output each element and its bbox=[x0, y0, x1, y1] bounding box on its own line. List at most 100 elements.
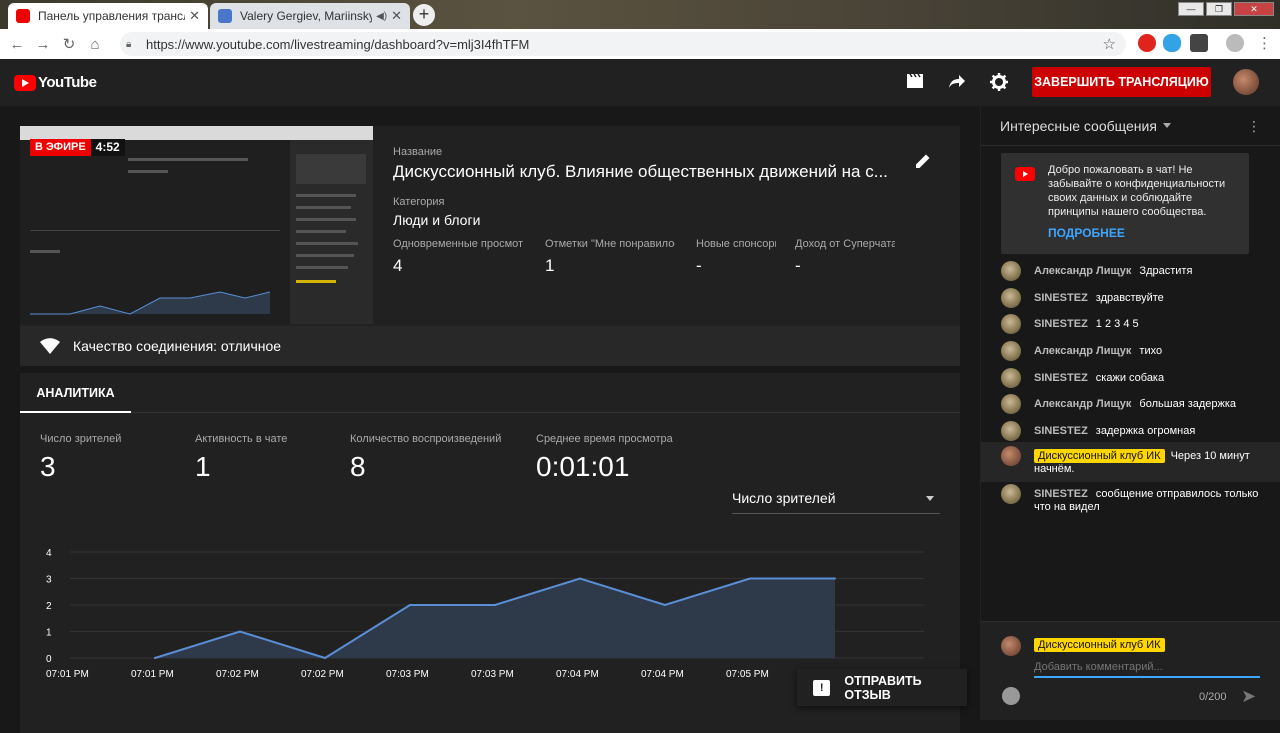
minimize-button[interactable]: — bbox=[1178, 2, 1204, 16]
chevron-down-icon[interactable] bbox=[1162, 123, 1171, 128]
browser-tab-gergiev[interactable]: Valery Gergiev, Mariinsky Orchestra ◀) ✕ bbox=[210, 3, 410, 29]
chat-author[interactable]: SINESTEZ bbox=[1034, 425, 1088, 437]
opera-extension-icon[interactable] bbox=[1138, 34, 1156, 52]
back-arrow-icon[interactable]: ← bbox=[4, 36, 30, 53]
metric-viewers: Число зрителей 3 bbox=[40, 433, 122, 482]
emoji-icon[interactable] bbox=[1002, 687, 1020, 705]
chat-message-line: SINESTEZ сообщение отправилось только что… bbox=[1034, 488, 1264, 514]
chevron-down-icon bbox=[926, 496, 934, 501]
stream-category: Люди и блоги bbox=[393, 212, 481, 228]
stat-concurrent-views: Одновременные просмотры 4 bbox=[393, 238, 523, 275]
avatar[interactable] bbox=[1001, 421, 1021, 441]
address-bar[interactable]: 🔒︎ https://www.youtube.com/livestreaming… bbox=[120, 32, 1126, 56]
chart-point bbox=[324, 657, 326, 659]
tab-analytics[interactable]: АНАЛИТИКА bbox=[20, 373, 131, 413]
gear-icon[interactable] bbox=[989, 73, 1009, 93]
metric-selector-value: Число зрителей bbox=[732, 490, 836, 506]
chat-author[interactable]: Александр Лищук bbox=[1034, 265, 1131, 277]
chat-author[interactable]: SINESTEZ bbox=[1034, 372, 1088, 384]
browser-tab-dashboard[interactable]: Панель управления трансляцией ✕ bbox=[8, 3, 208, 29]
chat-message: SINESTEZ здравствуйте bbox=[981, 284, 1280, 310]
chart-point bbox=[749, 577, 751, 580]
stream-info-card: В ЭФИРЕ 4:52 Название Дискуссионный клуб… bbox=[20, 126, 960, 326]
reload-icon[interactable]: ↻ bbox=[56, 35, 82, 53]
metric-chat-activity: Активность в чате 1 bbox=[195, 433, 288, 482]
chat-author[interactable]: Александр Лищук bbox=[1034, 398, 1131, 410]
youtube-logo[interactable]: YouTube bbox=[14, 74, 97, 91]
cube-extension-icon[interactable] bbox=[1190, 34, 1208, 52]
tab-title: Панель управления трансляцией bbox=[38, 9, 185, 23]
chat-message: SINESTEZ скажи собака bbox=[981, 364, 1280, 390]
clapperboard-icon[interactable] bbox=[905, 73, 925, 93]
x-tick-label: 07:01 PM bbox=[131, 669, 174, 680]
char-counter: 0/200 bbox=[1199, 691, 1227, 703]
avatar[interactable] bbox=[1001, 484, 1021, 504]
chat-input[interactable] bbox=[1034, 658, 1260, 678]
y-tick-label: 2 bbox=[46, 601, 52, 612]
logo-text: YouTube bbox=[38, 74, 97, 91]
title-label: Название bbox=[393, 146, 443, 158]
chart-point bbox=[154, 657, 156, 659]
tab-close-icon[interactable]: ✕ bbox=[189, 8, 200, 24]
chat-author[interactable]: SINESTEZ bbox=[1034, 292, 1088, 304]
more-vert-icon[interactable]: ⋮ bbox=[1247, 118, 1261, 135]
avatar[interactable] bbox=[1001, 446, 1021, 466]
chat-text: 1 2 3 4 5 bbox=[1095, 318, 1139, 330]
composer-author-badge: Дискуссионный клуб ИК bbox=[1034, 638, 1165, 652]
forward-arrow-icon[interactable]: → bbox=[30, 36, 56, 53]
chat-author[interactable]: SINESTEZ bbox=[1034, 318, 1088, 330]
avatar[interactable] bbox=[1001, 314, 1021, 334]
x-tick-label: 07:04 PM bbox=[641, 669, 684, 680]
preview-chat bbox=[290, 140, 373, 324]
live-label: В ЭФИРЕ bbox=[30, 139, 91, 156]
maximize-button[interactable]: ❐ bbox=[1206, 2, 1232, 16]
avatar[interactable] bbox=[1001, 341, 1021, 361]
chat-author[interactable]: SINESTEZ bbox=[1034, 488, 1088, 500]
stream-meta: Название Дискуссионный клуб. Влияние общ… bbox=[393, 146, 893, 228]
browser-menu-icon[interactable]: ⋮ bbox=[1257, 34, 1272, 52]
chart-point bbox=[579, 577, 581, 580]
edit-pencil-icon[interactable] bbox=[914, 152, 932, 175]
tab-close-icon[interactable]: ✕ bbox=[391, 8, 402, 24]
send-icon[interactable]: ➤ bbox=[1241, 686, 1256, 707]
chat-message: SINESTEZ сообщение отправилось только что… bbox=[981, 480, 1280, 516]
send-feedback-button[interactable]: ! ОТПРАВИТЬ ОТЗЫВ bbox=[797, 669, 967, 706]
chat-mode-dropdown[interactable]: Интересные сообщения bbox=[1000, 118, 1157, 134]
x-tick-label: 07:04 PM bbox=[556, 669, 599, 680]
chart-point bbox=[834, 577, 836, 580]
chat-author[interactable]: Дискуссионный клуб ИК bbox=[1034, 449, 1165, 463]
connection-quality-bar: Качество соединения: отличное bbox=[20, 326, 960, 366]
youtube-play-icon bbox=[1015, 167, 1035, 181]
stream-title: Дискуссионный клуб. Влияние общественных… bbox=[393, 162, 888, 181]
avatar[interactable] bbox=[1001, 368, 1021, 388]
avatar[interactable] bbox=[1001, 261, 1021, 281]
x-tick-label: 07:01 PM bbox=[46, 669, 89, 680]
window-close-button[interactable]: ✕ bbox=[1234, 2, 1274, 16]
chat-text: Здраститя bbox=[1139, 265, 1193, 277]
chat-message-line: SINESTEZ задержка огромная bbox=[1034, 425, 1264, 438]
live-chat-panel: Интересные сообщения ⋮ Добро пожаловать … bbox=[980, 106, 1280, 720]
share-icon[interactable] bbox=[947, 73, 967, 93]
avatar[interactable] bbox=[1001, 288, 1021, 308]
new-tab-button[interactable]: + bbox=[413, 4, 435, 26]
chart-area bbox=[155, 578, 835, 658]
avatar[interactable] bbox=[1001, 394, 1021, 414]
profile-extension-icon[interactable] bbox=[1226, 34, 1244, 52]
chat-message-line: Александр Лищук большая задержка bbox=[1034, 398, 1264, 411]
browser-toolbar: ← → ↻ ⌂ 🔒︎ https://www.youtube.com/lives… bbox=[0, 29, 1280, 59]
wifi-signal-icon bbox=[40, 338, 60, 354]
cloud-extension-icon[interactable] bbox=[1163, 34, 1181, 52]
learn-more-link[interactable]: ПОДРОБНЕЕ bbox=[1048, 226, 1125, 240]
chat-message-line: SINESTEZ 1 2 3 4 5 bbox=[1034, 318, 1264, 331]
stream-preview[interactable]: В ЭФИРЕ 4:52 bbox=[20, 126, 373, 324]
bookmark-star-icon[interactable]: ☆ bbox=[1103, 35, 1116, 53]
avatar[interactable] bbox=[1233, 69, 1259, 95]
end-stream-button[interactable]: ЗАВЕРШИТЬ ТРАНСЛЯЦИЮ bbox=[1032, 67, 1211, 97]
chat-message-line: SINESTEZ скажи собака bbox=[1034, 372, 1264, 385]
chart-point bbox=[409, 604, 411, 606]
home-icon[interactable]: ⌂ bbox=[82, 36, 108, 53]
chat-message: Дискуссионный клуб ИК Через 10 минут начн… bbox=[981, 442, 1280, 482]
chat-author[interactable]: Александр Лищук bbox=[1034, 345, 1131, 357]
live-duration: 4:52 bbox=[90, 139, 125, 156]
metric-selector-dropdown[interactable]: Число зрителей bbox=[732, 490, 940, 514]
